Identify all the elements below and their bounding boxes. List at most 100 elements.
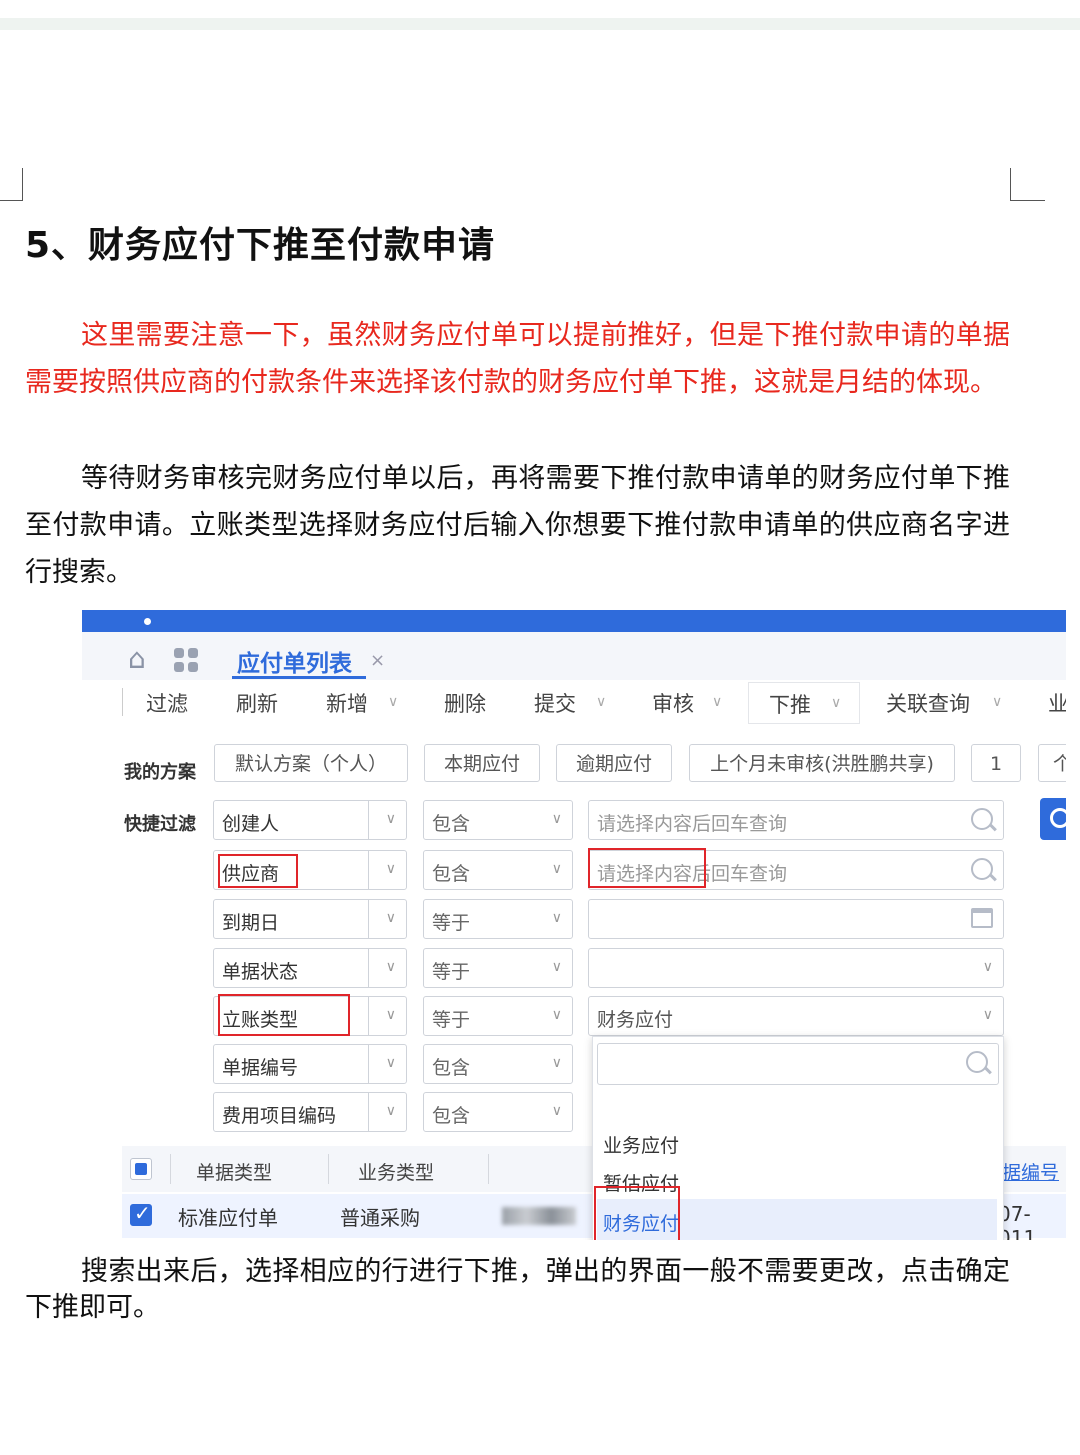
chevron-down-icon: ∨ <box>551 910 562 926</box>
chevron-down-icon: ∨ <box>551 1007 562 1023</box>
split <box>368 900 369 938</box>
red-note-paragraph: 这里需要注意一下，虽然财务应付单可以提前推好，但是下推付款申请的单据需要按照供应… <box>25 320 1010 398</box>
scheme-last-month[interactable]: 上个月未审核(洪胜鹏共享) <box>689 744 955 782</box>
close-icon[interactable]: × <box>370 650 385 671</box>
date-input[interactable] <box>588 899 1004 939</box>
home-icon[interactable]: ⌂ <box>128 645 158 673</box>
scheme-more[interactable]: 个 <box>1038 744 1066 782</box>
chevron-down-icon: ∨ <box>551 1103 562 1119</box>
search-icon[interactable] <box>971 858 993 880</box>
col-sep <box>328 1154 329 1184</box>
filter-op-select[interactable]: 包含 ∨ <box>423 800 573 840</box>
filter-field-text: 到期日 <box>222 912 280 934</box>
chevron-down-icon: ∨ <box>551 1055 562 1071</box>
grid-icon[interactable] <box>174 648 200 674</box>
filter-op-text: 包含 <box>432 863 471 885</box>
highlight-account-type-field <box>218 994 350 1036</box>
section-heading: 5、财务应付下推至付款申请 <box>25 225 496 266</box>
col-doc-number[interactable]: 据编号 <box>1002 1158 1059 1185</box>
chevron-down-icon: ∨ <box>385 910 396 926</box>
filter-value-input[interactable]: 请选择内容后回车查询 <box>588 800 1004 840</box>
chevron-down-icon: ∨ <box>385 1055 396 1071</box>
filter-field-select[interactable]: 费用项目编码 ∨ <box>213 1092 407 1132</box>
chevron-down-icon: ∨ <box>385 811 396 827</box>
filter-op-text: 等于 <box>432 1009 471 1031</box>
top-strip <box>0 18 1080 30</box>
chevron-down-icon: ∨ <box>551 811 562 827</box>
calendar-icon[interactable] <box>971 908 993 928</box>
search-icon <box>1050 808 1066 828</box>
col-biz-type[interactable]: 业务类型 <box>358 1158 434 1185</box>
dropdown-search-input[interactable] <box>597 1043 999 1085</box>
filter-op-text: 包含 <box>432 1105 471 1127</box>
scheme-current[interactable]: 本期应付 <box>424 744 540 782</box>
filter-value-text: 财务应付 <box>597 1009 674 1031</box>
top-blue-bar <box>82 610 1066 632</box>
select-all-checkbox[interactable] <box>130 1158 152 1180</box>
related-query-button[interactable]: 关联查询 <box>886 688 970 718</box>
quick-filter-label: 快捷过滤 <box>124 814 196 835</box>
chevron-down-icon: ∨ <box>982 1007 993 1023</box>
erp-screenshot: ⌂ 应付单列表 × 过滤 刷新 新增 ∨ 删除 提交 ∨ 审核 ∨ 下推 ∨ 关… <box>82 610 1066 1240</box>
scheme-label: 我的方案 <box>124 762 196 783</box>
chevron-down-icon: ∨ <box>385 861 396 877</box>
cell-biz-type: 普通采购 <box>340 1206 420 1230</box>
filter-op-text: 包含 <box>432 813 471 835</box>
split <box>368 997 369 1035</box>
col-sep <box>170 1154 171 1184</box>
page-corner-mark-right <box>1010 168 1045 201</box>
highlight-supplier-input <box>588 848 706 888</box>
filter-field-select[interactable]: 单据编号 ∨ <box>213 1044 407 1084</box>
split <box>368 801 369 839</box>
col-sep <box>488 1154 489 1184</box>
chevron-down-icon: ∨ <box>385 1007 396 1023</box>
filter-op-select[interactable]: 包含 ∨ <box>423 1044 573 1084</box>
search-icon[interactable] <box>966 1051 988 1073</box>
step1-paragraph: 等待财务审核完财务应付单以后，再将需要下推付款申请单的财务应付单下推至付款申请。… <box>25 463 1010 588</box>
filter-field-text: 创建人 <box>222 813 280 835</box>
filter-op-text: 等于 <box>432 961 471 983</box>
account-type-select[interactable]: 财务应付 ∨ <box>588 996 1004 1036</box>
filter-field-select[interactable]: 到期日 ∨ <box>213 899 407 939</box>
step2-paragraph: 搜索出来后，选择相应的行进行下推，弹出的界面一般不需要更改，点击确定下推即可。 <box>25 1256 1010 1323</box>
active-tab-underline <box>232 676 366 679</box>
highlight-finance-payable <box>594 1186 680 1240</box>
blurred-cell <box>502 1207 576 1225</box>
chevron-down-icon[interactable]: ∨ <box>992 694 1002 710</box>
tab-row <box>82 632 1066 680</box>
row-checkbox[interactable]: ✓ <box>130 1201 152 1226</box>
scheme-default[interactable]: 默认方案（个人） <box>214 744 408 782</box>
filter-op-select[interactable]: 包含 ∨ <box>423 850 573 890</box>
filter-field-select[interactable]: 单据状态 ∨ <box>213 948 407 988</box>
dot-icon <box>144 618 151 625</box>
filter-value-placeholder: 请选择内容后回车查询 <box>597 813 788 835</box>
highlight-supplier-field <box>218 854 298 888</box>
col-doc-type[interactable]: 单据类型 <box>196 1158 272 1185</box>
chevron-down-icon: ∨ <box>551 861 562 877</box>
cell-doc-number: 07-011 <box>998 1202 1037 1240</box>
filter-field-select[interactable]: 创建人 ∨ <box>213 800 407 840</box>
chevron-down-icon: ∨ <box>551 959 562 975</box>
split <box>368 1093 369 1131</box>
filter-field-text: 费用项目编码 <box>222 1105 337 1127</box>
filter-op-select[interactable]: 等于 ∨ <box>423 948 573 988</box>
option-business-payable[interactable]: 业务应付 <box>603 1131 679 1158</box>
filter-op-select[interactable]: 等于 ∨ <box>423 996 573 1036</box>
scheme-overdue[interactable]: 逾期应付 <box>556 744 672 782</box>
filter-field-text: 单据编号 <box>222 1057 299 1079</box>
filter-op-text: 包含 <box>432 1057 471 1079</box>
split <box>368 1045 369 1083</box>
search-icon[interactable] <box>971 808 993 830</box>
toolbar-right: 关联查询 ∨ 业 <box>82 682 1066 722</box>
chevron-down-icon: ∨ <box>385 1103 396 1119</box>
scheme-count[interactable]: 1 <box>971 744 1021 782</box>
split <box>368 949 369 987</box>
page-corner-mark-left <box>0 168 23 201</box>
filter-op-select[interactable]: 包含 ∨ <box>423 1092 573 1132</box>
filter-field-text: 单据状态 <box>222 961 299 983</box>
filter-op-select[interactable]: 等于 ∨ <box>423 899 573 939</box>
tab-payable-list[interactable]: 应付单列表 <box>237 644 352 678</box>
business-button[interactable]: 业 <box>1048 688 1066 718</box>
status-select[interactable]: ∨ <box>588 948 1004 988</box>
search-button[interactable] <box>1040 798 1066 840</box>
